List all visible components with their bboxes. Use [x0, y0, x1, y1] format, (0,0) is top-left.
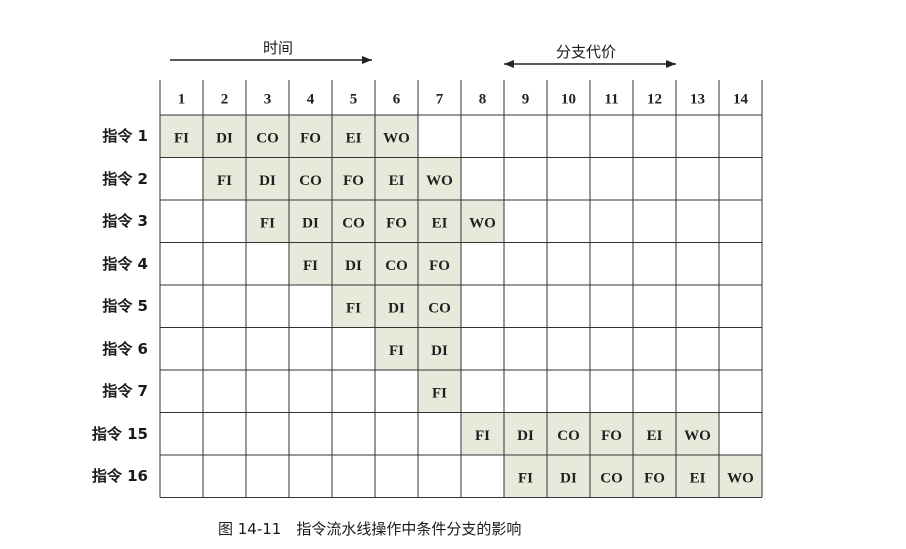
cycle-number: 10	[561, 92, 576, 108]
stage-label: DI	[259, 173, 276, 189]
stage-label: FI	[475, 428, 490, 444]
figure-caption: 图 14-11 指令流水线操作中条件分支的影响	[218, 520, 522, 538]
stage-label: DI	[216, 130, 233, 146]
stage-label: FO	[343, 173, 364, 189]
instruction-label: 指令 6	[102, 339, 148, 358]
cycle-number: 9	[522, 92, 530, 108]
cycle-number: 8	[479, 92, 487, 108]
stage-label: FI	[346, 300, 361, 316]
stage-label: CO	[385, 258, 408, 274]
stage-label: EI	[346, 130, 362, 146]
stage-label: FI	[303, 258, 318, 274]
instruction-label: 指令 16	[91, 467, 148, 486]
cycle-number: 13	[690, 92, 705, 108]
stage-label: EI	[432, 215, 448, 231]
cycle-number: 4	[307, 92, 315, 108]
stage-label: FI	[389, 343, 404, 359]
instruction-label: 指令 5	[102, 297, 148, 316]
cycle-number: 14	[733, 92, 749, 108]
cycle-headers: 1 2 3 4 5 6 7 8 9 10 11 12 13 14	[178, 92, 749, 108]
cycle-number: 7	[436, 92, 444, 108]
stage-label: FO	[300, 130, 321, 146]
stage-label: DI	[560, 470, 577, 486]
branch-cost-arrow-right-head	[666, 60, 676, 68]
stage-label: CO	[342, 215, 365, 231]
cycle-number: 5	[350, 92, 358, 108]
cycle-number: 11	[604, 92, 618, 108]
instruction-label: 指令 4	[102, 254, 148, 273]
cycle-number: 2	[221, 92, 229, 108]
stage-label: WO	[469, 215, 496, 231]
stage-label: FI	[217, 173, 232, 189]
stage-label: WO	[684, 428, 711, 444]
stage-label: FO	[386, 215, 407, 231]
instruction-label: 指令 7	[102, 382, 148, 401]
cycle-number: 3	[264, 92, 272, 108]
stage-label: EI	[647, 428, 663, 444]
cycle-number: 6	[393, 92, 401, 108]
instruction-label: 指令 2	[102, 169, 148, 188]
time-arrow-head	[362, 56, 372, 64]
stage-label: FO	[601, 428, 622, 444]
stage-label: EI	[389, 173, 405, 189]
stage-label: EI	[690, 470, 706, 486]
stage-label: CO	[557, 428, 580, 444]
stage-label: DI	[345, 258, 362, 274]
stage-label: WO	[383, 130, 410, 146]
stage-label: DI	[388, 300, 405, 316]
instruction-label: 指令 15	[91, 424, 148, 443]
stage-label: WO	[727, 470, 754, 486]
stage-label: CO	[600, 470, 623, 486]
time-label: 时间	[263, 39, 294, 57]
stage-label: FI	[432, 385, 447, 401]
stage-label: DI	[302, 215, 319, 231]
instruction-label: 指令 1	[102, 127, 148, 146]
cycle-number: 12	[647, 92, 662, 108]
stage-label: DI	[517, 428, 534, 444]
cycle-number: 1	[178, 92, 186, 108]
stage-label: DI	[431, 343, 448, 359]
stage-label: FI	[260, 215, 275, 231]
stage-label: CO	[299, 173, 322, 189]
stage-label: FI	[518, 470, 533, 486]
branch-cost-arrow-left-head	[504, 60, 514, 68]
branch-cost-label: 分支代价	[556, 43, 617, 61]
stage-label: FI	[174, 130, 189, 146]
stage-label: FO	[644, 470, 665, 486]
stage-label: CO	[256, 130, 279, 146]
stage-label: WO	[426, 173, 453, 189]
pipeline-figure: 1 2 3 4 5 6 7 8 9 10 11 12 13 14 FI DI CO FO EI WO FI DI CO FO…	[0, 0, 906, 549]
stage-label: FO	[429, 258, 450, 274]
instruction-label: 指令 3	[102, 212, 148, 231]
stage-label: CO	[428, 300, 451, 316]
